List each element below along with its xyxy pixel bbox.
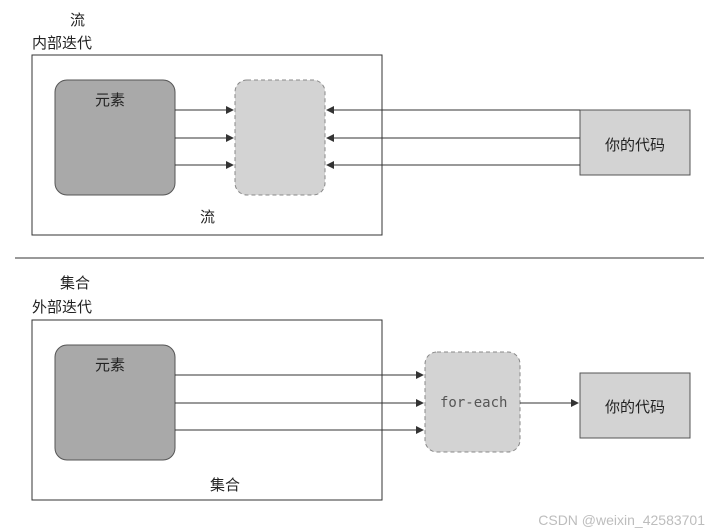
- collection-inner-label: 集合: [210, 477, 240, 494]
- diagram-root: 流 内部迭代 元素 流 你的代码 集合 外部迭代 元素 集合: [0, 0, 719, 531]
- watermark: CSDN @weixin_42583701: [538, 512, 705, 528]
- foreach-label: for-each: [440, 395, 507, 411]
- element-label-bottom: 元素: [95, 357, 125, 374]
- collection-title: 集合: [60, 275, 90, 292]
- stream-inner-label: 流: [200, 209, 215, 226]
- stream-box: [235, 80, 325, 195]
- collection-diagram: 集合 外部迭代 元素 集合 for-each 你的代码: [32, 275, 690, 500]
- code-label-bottom: 你的代码: [605, 399, 665, 416]
- stream-title: 流: [70, 12, 85, 29]
- element-label-top: 元素: [95, 92, 125, 109]
- collection-subtitle: 外部迭代: [32, 299, 92, 316]
- stream-subtitle: 内部迭代: [32, 35, 92, 52]
- stream-diagram: 流 内部迭代 元素 流 你的代码: [32, 12, 690, 235]
- code-label-top: 你的代码: [605, 137, 665, 154]
